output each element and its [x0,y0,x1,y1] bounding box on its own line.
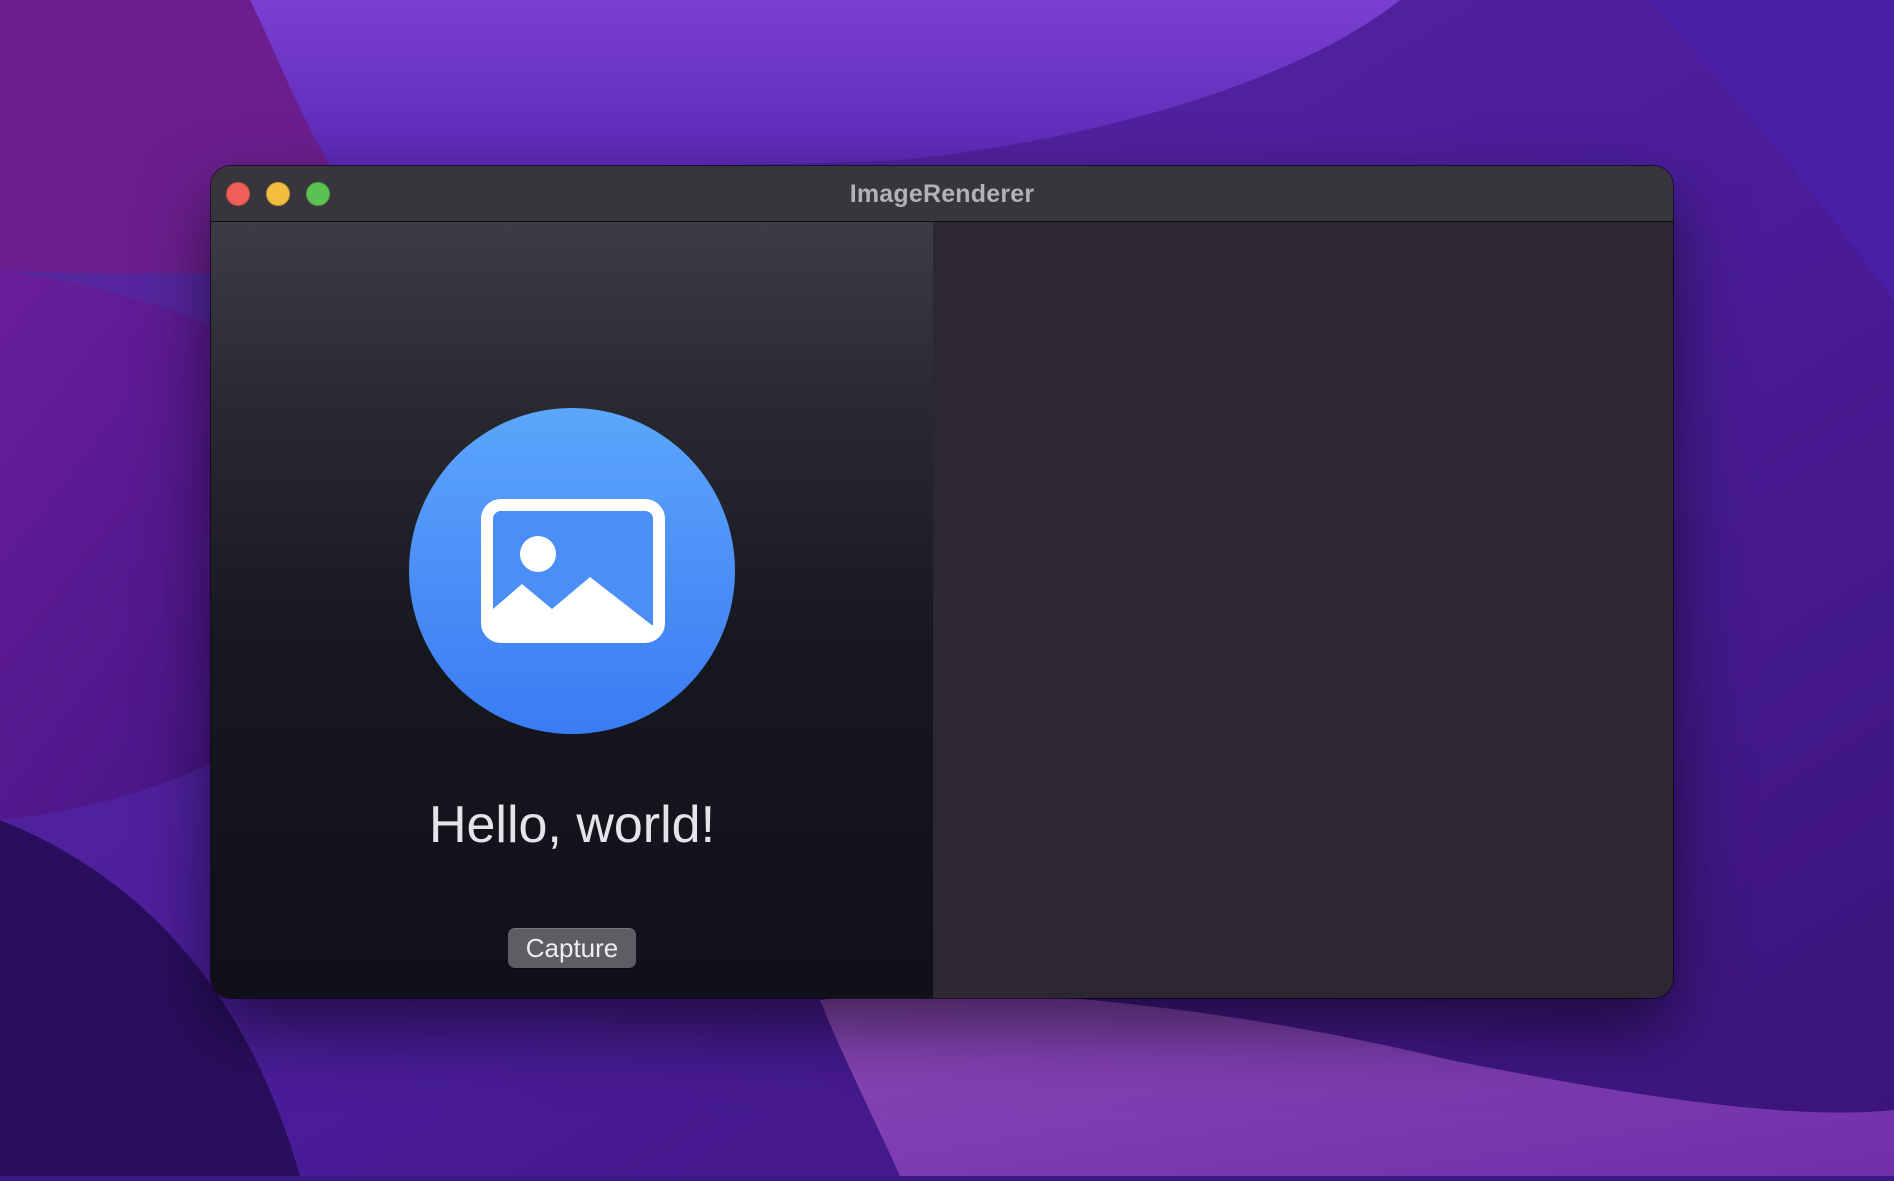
photo-icon [481,499,665,643]
title-bar[interactable]: ImageRenderer [211,166,1673,222]
window-title: ImageRenderer [849,180,1035,208]
greeting-text: Hello, world! [428,796,716,854]
capture-button[interactable]: Capture [508,928,636,968]
preview-pane [933,222,1673,998]
